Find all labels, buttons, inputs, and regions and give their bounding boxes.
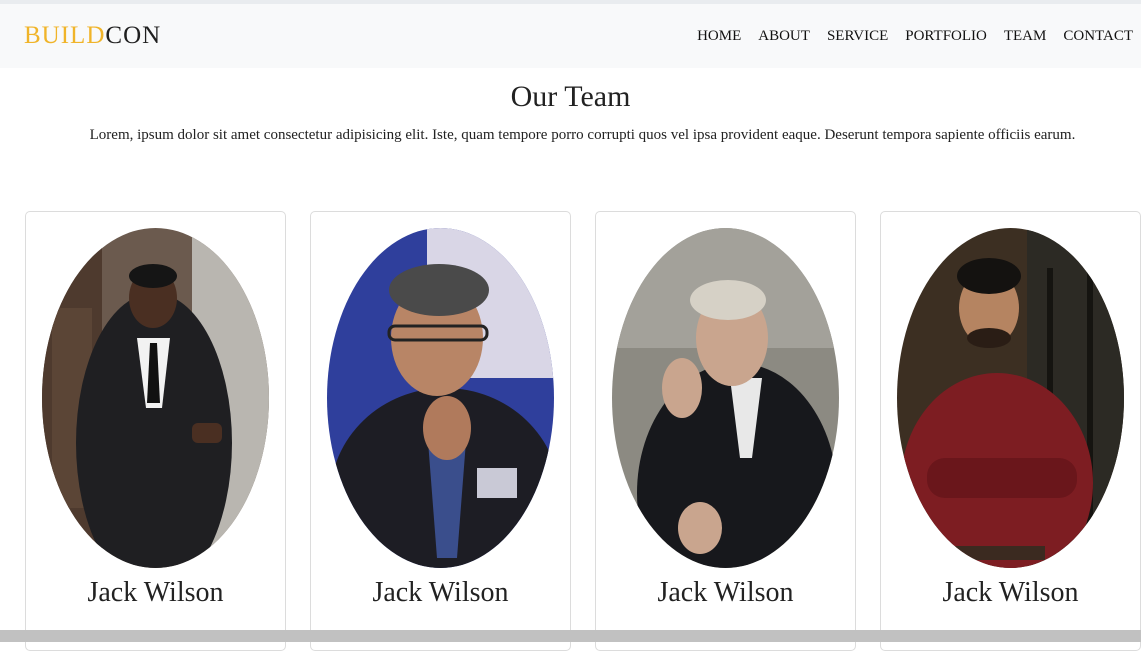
team-member-name: Jack Wilson: [942, 577, 1079, 608]
team-card: Jack Wilson: [880, 211, 1141, 651]
team-card: Jack Wilson: [25, 211, 286, 651]
team-heading: Our Team: [510, 80, 631, 113]
team-member-name: Jack Wilson: [87, 577, 224, 608]
team-card: Jack Wilson: [595, 211, 856, 651]
nav-item-team[interactable]: TEAM: [1004, 28, 1047, 45]
team-member-photo: [612, 228, 839, 568]
navbar: BUILD CON HOME ABOUT SERVICE PORTFOLIO T…: [0, 4, 1141, 68]
team-member-photo: [42, 228, 269, 568]
nav-item-portfolio[interactable]: PORTFOLIO: [905, 28, 987, 45]
team-member-name: Jack Wilson: [657, 577, 794, 608]
brand-logo[interactable]: BUILD CON: [24, 22, 161, 50]
team-member-photo: [327, 228, 554, 568]
horizontal-scrollbar[interactable]: [0, 630, 1141, 642]
brand-part-con: CON: [105, 22, 162, 49]
team-card: Jack Wilson: [310, 211, 571, 651]
nav-item-contact[interactable]: CONTACT: [1063, 28, 1133, 45]
brand-part-build: BUILD: [24, 22, 106, 49]
team-description: Lorem, ipsum dolor sit amet consectetur …: [89, 127, 1076, 143]
team-member-photo: [897, 228, 1124, 568]
nav-menu: HOME ABOUT SERVICE PORTFOLIO TEAM CONTAC…: [680, 28, 1133, 45]
team-member-name: Jack Wilson: [372, 577, 509, 608]
nav-item-about[interactable]: ABOUT: [758, 28, 810, 45]
nav-item-home[interactable]: HOME: [697, 28, 741, 45]
nav-item-service[interactable]: SERVICE: [827, 28, 888, 45]
